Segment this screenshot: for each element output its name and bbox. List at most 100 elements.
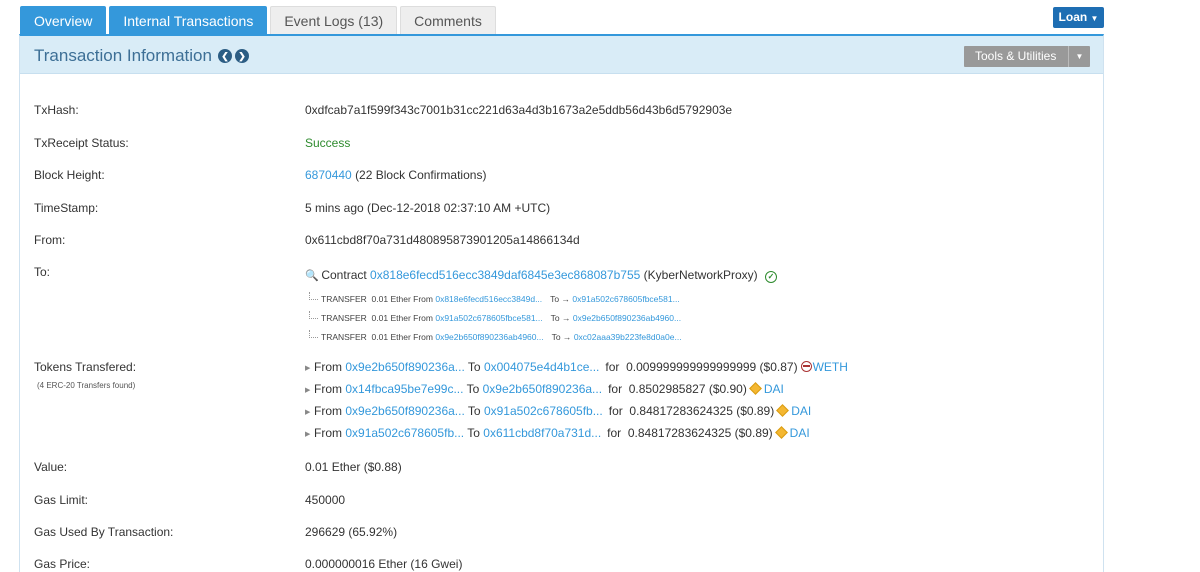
to-value: 🔍 Contract 0x818e6fecd516ecc3849daf6845e… xyxy=(305,268,778,283)
dai-icon xyxy=(776,404,790,417)
gas-limit-label: Gas Limit: xyxy=(34,493,89,507)
tab-internal-transactions[interactable]: Internal Transactions xyxy=(109,6,268,34)
timestamp-value: 5 mins ago (Dec-12-2018 02:37:10 AM +UTC… xyxy=(305,201,551,215)
token-amount: 0.009999999999999999 ($0.87) xyxy=(626,360,798,374)
token-transfer-row: ▶ From 0x9e2b650f890236a... To 0x004075e4… xyxy=(305,360,848,374)
panel-title: Transaction Information xyxy=(34,46,212,65)
transfer-to-link[interactable]: 0x91a502c678605fbce581... xyxy=(572,294,679,304)
token-from-label: From xyxy=(314,382,342,396)
internal-transfer-row: TRANSFER 0.01 Ether From 0x818e6fecd516e… xyxy=(309,292,680,304)
verified-check-icon: ✓ xyxy=(765,271,778,283)
to-contract-name: (KyberNetworkProxy) xyxy=(643,268,758,282)
tab-overview[interactable]: Overview xyxy=(20,6,107,34)
gas-price-label: Gas Price: xyxy=(34,557,91,571)
from-address-link[interactable]: 0x611cbd8f70a731d480895873901205a1486613… xyxy=(305,233,580,247)
timestamp-label: TimeStamp: xyxy=(34,201,99,215)
token-amount: 0.84817283624325 ($0.89) xyxy=(627,426,773,440)
expand-triangle-icon[interactable]: ▶ xyxy=(305,408,314,416)
token-transfer-row: ▶ From 0x9e2b650f890236a... To 0x91a502c6… xyxy=(305,404,811,418)
expand-triangle-icon[interactable]: ▶ xyxy=(305,364,314,372)
block-number-link[interactable]: 6870440 xyxy=(305,168,352,182)
loan-dropdown-button[interactable]: Loan ▼ xyxy=(1053,7,1104,28)
gas-price-value: 0.000000016 Ether (16 Gwei) xyxy=(305,557,463,571)
transfer-to-link[interactable]: 0xc02aaa39b223fe8d0a0e... xyxy=(574,332,682,342)
tree-connector-icon xyxy=(309,292,318,300)
search-icon[interactable]: 🔍 xyxy=(305,269,319,282)
token-from-link[interactable]: 0x9e2b650f890236a... xyxy=(345,404,464,418)
token-from-link[interactable]: 0x14fbca95be7e99c... xyxy=(345,382,463,396)
dai-icon xyxy=(774,426,788,439)
tx-nav: ❮ ❯ xyxy=(218,49,249,63)
internal-transfer-row: TRANSFER 0.01 Ether From 0x91a502c678605… xyxy=(309,311,681,323)
token-from-link[interactable]: 0x9e2b650f890236a... xyxy=(345,360,464,374)
transfer-from-link[interactable]: 0x9e2b650f890236ab4960... xyxy=(435,332,543,342)
loan-label: Loan xyxy=(1058,10,1088,24)
transfer-kind: TRANSFER xyxy=(321,294,367,304)
token-amount: 0.84817283624325 ($0.89) xyxy=(629,404,775,418)
status-value: Success xyxy=(305,136,351,150)
token-from-label: From xyxy=(314,360,342,374)
tools-utilities-label: Tools & Utilities xyxy=(975,49,1057,63)
block-confirmations: (22 Block Confirmations) xyxy=(355,168,487,182)
block-height-value: 6870440 (22 Block Confirmations) xyxy=(305,168,486,182)
to-contract-link[interactable]: 0x818e6fecd516ecc3849daf6845e3ec868087b7… xyxy=(370,268,640,282)
token-to-link[interactable]: 0x611cbd8f70a731d... xyxy=(483,426,601,440)
chevron-left-icon[interactable]: ❮ xyxy=(218,49,232,63)
token-amount: 0.8502985827 ($0.90) xyxy=(628,382,747,396)
transfer-kind: TRANSFER xyxy=(321,313,367,323)
transfer-amount: 0.01 Ether From xyxy=(371,313,433,323)
transfer-from-link[interactable]: 0x818e6fecd516ecc3849d... xyxy=(435,294,542,304)
token-symbol-link[interactable]: DAI xyxy=(764,382,784,396)
token-from-label: From xyxy=(314,426,342,440)
tab-bar: Overview Internal Transactions Event Log… xyxy=(20,6,496,34)
token-symbol-link[interactable]: DAI xyxy=(790,426,810,440)
block-height-label: Block Height: xyxy=(34,168,105,182)
tokens-transferred-label: Tokens Transfered: xyxy=(34,360,137,374)
token-for-label: for xyxy=(608,404,623,418)
tab-event-logs[interactable]: Event Logs (13) xyxy=(270,6,398,34)
tab-comments[interactable]: Comments xyxy=(400,6,496,34)
token-to-label: To xyxy=(467,404,481,418)
from-label: From: xyxy=(34,233,66,247)
token-to-link[interactable]: 0x91a502c678605fb... xyxy=(484,404,603,418)
transfer-amount: 0.01 Ether From xyxy=(371,332,433,342)
token-to-label: To xyxy=(466,382,480,396)
caret-down-icon: ▼ xyxy=(1068,46,1090,67)
token-from-link[interactable]: 0x91a502c678605fb... xyxy=(345,426,464,440)
token-transfer-row: ▶ From 0x14fbca95be7e99c... To 0x9e2b650f… xyxy=(305,382,784,396)
panel-header: Transaction Information ❮ ❯ Tools & Util… xyxy=(20,36,1103,74)
transfer-kind: TRANSFER xyxy=(321,332,367,342)
token-to-link[interactable]: 0x9e2b650f890236a... xyxy=(483,382,602,396)
status-label: TxReceipt Status: xyxy=(34,136,129,150)
value-label: Value: xyxy=(34,460,68,474)
tree-connector-icon xyxy=(309,311,318,319)
txhash-value: 0xdfcab7a1f599f343c7001b31cc221d63a4d3b1… xyxy=(305,103,733,117)
token-transfer-row: ▶ From 0x91a502c678605fb... To 0x611cbd8f… xyxy=(305,426,810,440)
token-for-label: for xyxy=(608,382,623,396)
gas-used-value: 296629 (65.92%) xyxy=(305,525,398,539)
token-from-label: From xyxy=(314,404,342,418)
tools-utilities-button[interactable]: Tools & Utilities ▼ xyxy=(964,46,1090,67)
transfer-from-link[interactable]: 0x91a502c678605fbce581... xyxy=(435,313,542,323)
gas-used-label: Gas Used By Transaction: xyxy=(34,525,174,539)
txhash-label: TxHash: xyxy=(34,103,79,117)
tree-connector-icon xyxy=(309,330,318,338)
token-for-label: for xyxy=(605,360,620,374)
transfer-to-link[interactable]: 0x9e2b650f890236ab4960... xyxy=(573,313,681,323)
token-to-link[interactable]: 0x004075e4d4b1ce... xyxy=(484,360,599,374)
token-for-label: for xyxy=(607,426,622,440)
token-to-label: To xyxy=(467,426,480,440)
chevron-right-icon[interactable]: ❯ xyxy=(235,49,249,63)
internal-transfer-row: TRANSFER 0.01 Ether From 0x9e2b650f89023… xyxy=(309,330,682,342)
transfer-to-label: To → xyxy=(551,332,572,342)
dai-icon xyxy=(748,382,762,395)
expand-triangle-icon[interactable]: ▶ xyxy=(305,430,314,438)
token-symbol-link[interactable]: WETH xyxy=(813,360,848,374)
to-contract-prefix: Contract xyxy=(321,268,367,282)
expand-triangle-icon[interactable]: ▶ xyxy=(305,386,314,394)
gas-limit-value: 450000 xyxy=(305,493,346,507)
tokens-transferred-count: (4 ERC-20 Transfers found) xyxy=(37,381,136,390)
transfer-to-label: To → xyxy=(550,313,571,323)
transfer-amount: 0.01 Ether From xyxy=(371,294,433,304)
token-symbol-link[interactable]: DAI xyxy=(791,404,811,418)
